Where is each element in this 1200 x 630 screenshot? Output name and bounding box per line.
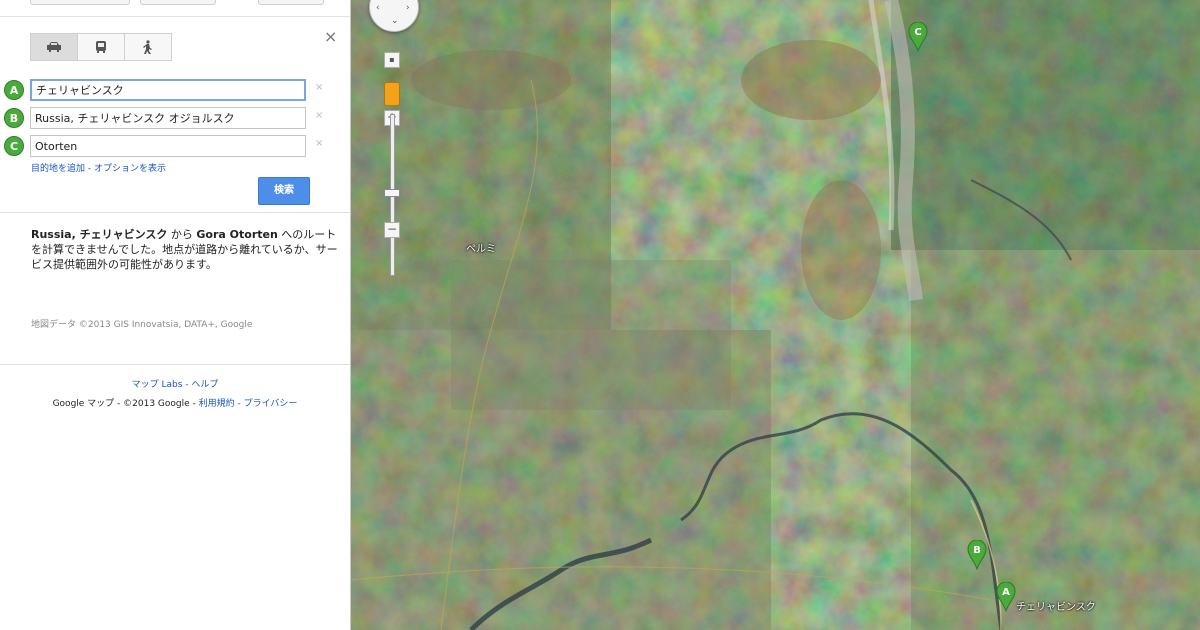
search-button[interactable]: 検索 bbox=[258, 177, 310, 205]
remove-waypoint-icon[interactable]: × bbox=[315, 110, 323, 121]
top-tab[interactable] bbox=[140, 0, 216, 5]
waypoint-a: A × bbox=[4, 79, 344, 101]
route-error-message: Russia, チェリャビンスク から Gora Otorten へのルートを計… bbox=[31, 227, 343, 272]
marker-letter: A bbox=[1002, 587, 1010, 598]
map-label: チェリャビンスク bbox=[1016, 602, 1096, 613]
map-data-attribution: 地図データ ©2013 GIS Innovatsia, DATA+, Googl… bbox=[31, 320, 253, 330]
marker-letter: B bbox=[973, 545, 981, 556]
terms-privacy-link[interactable]: 利用規約 - プライバシー bbox=[199, 399, 298, 409]
copyright-text: Google マップ - ©2013 Google - bbox=[52, 399, 199, 409]
map-marker-c[interactable]: C bbox=[908, 22, 928, 52]
directions-panel: × A × B × C × 目的地を追加 - オプションを表示 検索 Russi… bbox=[0, 0, 351, 630]
map-marker-a[interactable]: A bbox=[996, 582, 1016, 612]
origin-input[interactable] bbox=[30, 79, 306, 101]
map-marker-b[interactable]: B bbox=[967, 540, 987, 570]
waypoint-marker-b[interactable]: B bbox=[4, 108, 24, 128]
travel-mode-selector bbox=[30, 33, 172, 61]
waypoint-marker-a[interactable]: A bbox=[4, 80, 24, 100]
map-label: ペルミ bbox=[466, 244, 496, 255]
zoom-reset-button[interactable]: ▪ bbox=[384, 52, 400, 68]
pan-left-icon[interactable]: ‹ bbox=[376, 3, 380, 13]
remove-waypoint-icon[interactable]: × bbox=[315, 82, 323, 93]
remove-waypoint-icon[interactable]: × bbox=[315, 138, 323, 149]
pan-right-icon[interactable]: › bbox=[406, 3, 410, 13]
satellite-imagery bbox=[351, 0, 1200, 630]
waypoint-b-input[interactable] bbox=[30, 107, 306, 129]
divider bbox=[0, 364, 350, 365]
walk-icon bbox=[143, 40, 152, 54]
zoom-slider-thumb[interactable] bbox=[384, 189, 400, 197]
waypoint-b: B × bbox=[4, 107, 344, 129]
satellite-map[interactable]: ‹ › ⌄ ▪ + − ペルミ チェリャビンスク C B A bbox=[351, 0, 1200, 630]
car-icon bbox=[47, 42, 61, 52]
destination-input[interactable] bbox=[30, 135, 306, 157]
top-tab[interactable] bbox=[258, 0, 324, 5]
top-tab[interactable] bbox=[30, 0, 130, 5]
waypoint-marker-c[interactable]: C bbox=[4, 136, 24, 156]
message-text: から bbox=[167, 228, 197, 241]
origin-name: Russia, チェリャビンスク bbox=[31, 228, 168, 241]
street-view-pegman-icon[interactable] bbox=[384, 82, 400, 106]
zoom-out-button[interactable]: − bbox=[384, 222, 400, 238]
transit-mode-button[interactable] bbox=[77, 33, 125, 61]
divider bbox=[0, 16, 350, 17]
marker-letter: C bbox=[914, 27, 921, 38]
add-destination-options-link[interactable]: 目的地を追加 - オプションを表示 bbox=[31, 161, 166, 174]
car-mode-button[interactable] bbox=[30, 33, 78, 61]
waypoint-c: C × bbox=[4, 135, 344, 157]
close-icon[interactable]: × bbox=[324, 29, 337, 45]
transit-icon bbox=[96, 41, 106, 53]
divider bbox=[0, 212, 350, 213]
footer-links[interactable]: マップ Labs - ヘルプ bbox=[0, 377, 350, 390]
destination-name: Gora Otorten bbox=[196, 228, 278, 241]
walk-mode-button[interactable] bbox=[124, 33, 172, 61]
footer-copyright: Google マップ - ©2013 Google - 利用規約 - プライバシ… bbox=[0, 396, 350, 409]
pan-down-icon[interactable]: ⌄ bbox=[391, 16, 399, 26]
